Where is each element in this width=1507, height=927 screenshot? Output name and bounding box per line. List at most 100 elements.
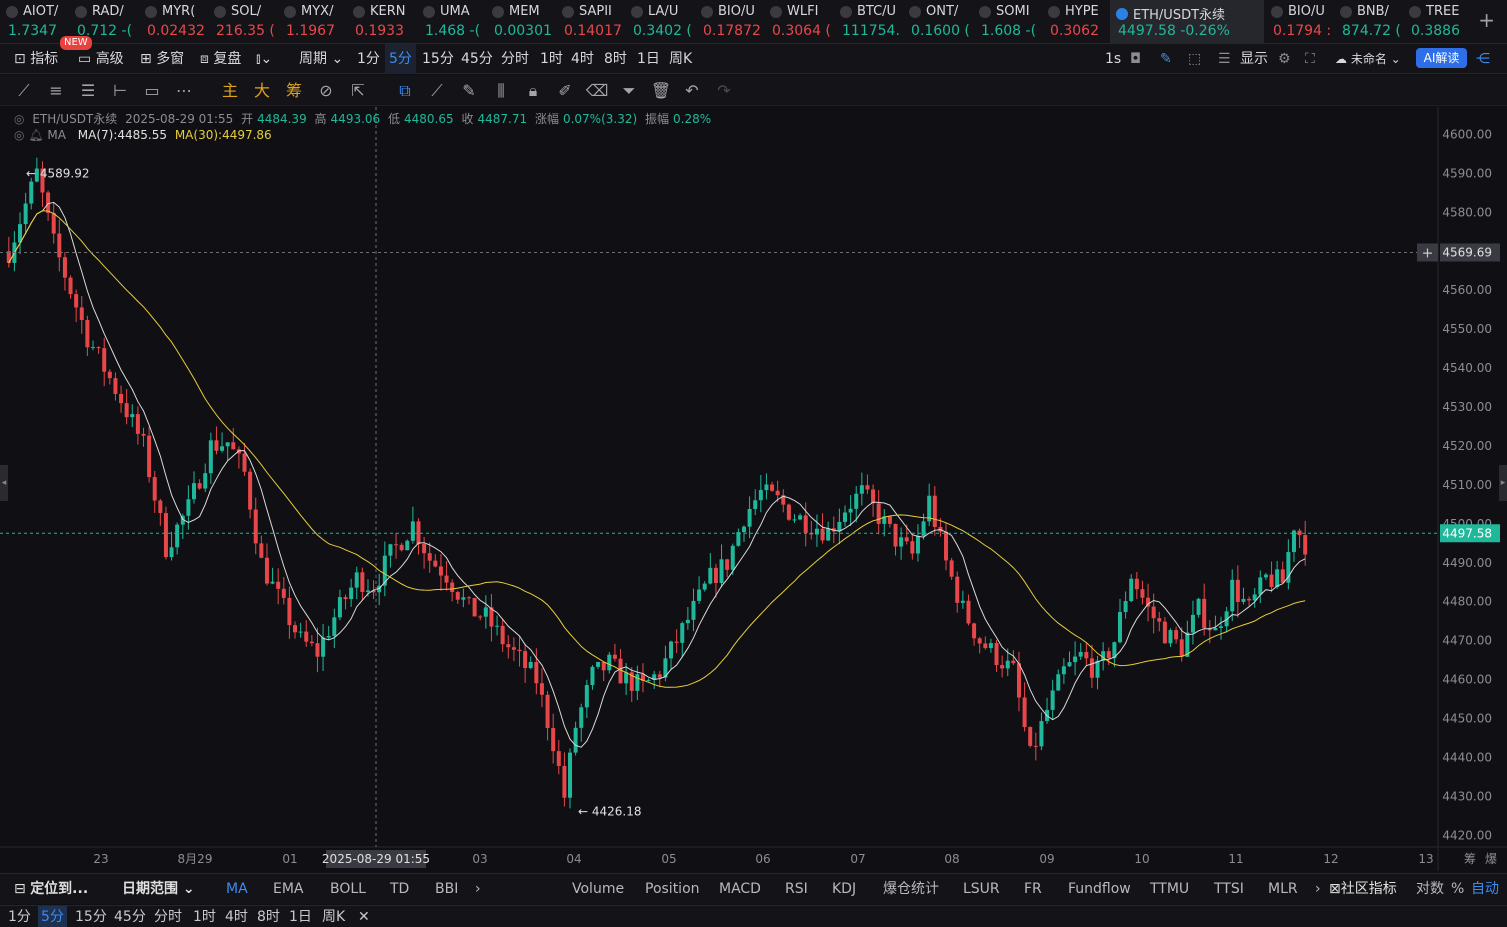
multiwindow-button[interactable]: ⊞ 多窗 [140, 44, 184, 74]
sub-indicator-tab[interactable]: Position [645, 874, 700, 905]
interval-button[interactable]: 1s [1105, 44, 1121, 74]
sub-indicator-tab[interactable]: TTSI [1214, 874, 1244, 905]
main-indicator-tab[interactable]: MA [226, 874, 248, 905]
auto-scale-toggle[interactable]: 自动 [1471, 874, 1499, 905]
sub-indicator-tab[interactable]: KDJ [832, 874, 856, 905]
eraser-icon[interactable]: ⌫ [585, 75, 609, 106]
trash-icon[interactable]: 🗑︎ [649, 75, 673, 106]
sub-indicator-tab[interactable]: FR [1024, 874, 1042, 905]
bottom-period-tab[interactable]: 5分 [38, 906, 67, 927]
redo-icon[interactable]: ↷ [712, 75, 736, 106]
collapse-right-icon[interactable]: ▸ [1499, 465, 1507, 501]
ticker-tab[interactable]: TREE 0.3886 [1403, 0, 1472, 43]
edit-icon[interactable]: ✐ [553, 75, 577, 106]
main-indicator-tab[interactable]: EMA [273, 874, 304, 905]
pattern-icon[interactable]: ⊘ [314, 75, 338, 106]
channel-icon[interactable]: ☰ [76, 75, 100, 106]
brush-icon[interactable]: ✎ [457, 75, 481, 106]
log-scale-toggle[interactable]: 对数 [1416, 874, 1444, 905]
undo-icon[interactable]: ↶ [680, 75, 704, 106]
ticker-tab[interactable]: SAPII 0.14017 [556, 0, 625, 43]
period-tab[interactable]: 15分 [418, 44, 458, 74]
lock-icon[interactable]: 🔒︎ [521, 75, 545, 106]
sub-indicator-tab[interactable]: Volume [572, 874, 624, 905]
chip-button[interactable]: 筹 [282, 75, 306, 106]
ticker-tab[interactable]: MYR(0.02432 [139, 0, 208, 43]
close-icon[interactable]: ✕ [358, 906, 370, 927]
ticker-tab[interactable]: BIO/U 0.1794 : [1265, 0, 1334, 43]
layout-name-dropdown[interactable]: ☁ 未命名 ⌄ [1335, 44, 1401, 74]
community-indicators-button[interactable]: ⊠社区指标 [1329, 874, 1397, 905]
visibility-icon[interactable]: ◎ [14, 112, 24, 126]
sub-indicator-tab[interactable]: LSUR [963, 874, 1000, 905]
bottom-period-tab[interactable]: 1时 [193, 906, 216, 927]
settings-gear-icon[interactable]: ⚙ [1278, 44, 1291, 74]
period-tab[interactable]: 1时 [536, 44, 567, 74]
fullscreen-icon[interactable]: ⛶ [1305, 44, 1315, 74]
candlestick-chart[interactable]: 4600.004590.004580.004570.004560.004550.… [0, 107, 1507, 871]
period-tab[interactable]: 1日 [633, 44, 664, 74]
ticker-tab[interactable]: ONT/0.1600 ( [903, 0, 972, 43]
ticker-tab[interactable]: MYX/1.1967 [278, 0, 347, 43]
crop-icon[interactable]: ⬚ [1188, 44, 1201, 74]
date-range-dropdown[interactable]: 日期范围 ⌄ [122, 874, 195, 905]
add-tab-icon[interactable]: + [1478, 8, 1495, 32]
period-tab[interactable]: 45分 [457, 44, 497, 74]
ticker-tab[interactable]: BNB/874.72 ( [1334, 0, 1403, 43]
main-indicator-tab[interactable]: TD [390, 874, 409, 905]
bottom-period-tab[interactable]: 1日 [289, 906, 312, 927]
sub-indicator-tab[interactable]: Fundflow [1068, 874, 1131, 905]
period-tab[interactable]: 4时 [567, 44, 598, 74]
filter-icon[interactable]: ⏷ [617, 75, 641, 106]
percent-scale-toggle[interactable]: % [1451, 874, 1464, 905]
chart-area[interactable]: 4600.004590.004580.004570.004560.004550.… [0, 107, 1507, 871]
display-button[interactable]: 显示 [1240, 44, 1268, 74]
share-icon[interactable]: ⋲ [1476, 44, 1490, 74]
measure-icon[interactable]: ⫼ [489, 75, 513, 106]
chart-type-button[interactable]: ⫾⌄ [256, 44, 272, 74]
indicators-button[interactable]: ⊡ 指标 [14, 44, 58, 74]
period-tab[interactable]: 8时 [600, 44, 631, 74]
period-tab[interactable]: 周K [665, 44, 696, 74]
replay-button[interactable]: ⧈ 复盘 [200, 44, 241, 74]
sub-indicator-tab[interactable]: TTMU [1150, 874, 1189, 905]
pointer-icon[interactable]: ⇱ [346, 75, 370, 106]
sub-indicator-tab[interactable]: MACD [719, 874, 761, 905]
ticker-tab[interactable]: BIO/U 0.17872 [695, 0, 764, 43]
collapse-left-icon[interactable]: ◂ [0, 465, 8, 501]
period-dropdown[interactable]: 周期 ⌄ [299, 44, 343, 74]
chevron-right-icon[interactable]: › [475, 874, 481, 905]
bottom-period-tab[interactable]: 分时 [154, 906, 182, 927]
visibility-icon[interactable]: ◎ [14, 128, 24, 142]
ticker-tab[interactable]: MEM 0.00301 [486, 0, 555, 43]
ticker-tab[interactable]: LA/U 0.3402 ( [625, 0, 694, 43]
sub-indicator-tab[interactable]: 爆仓统计 [883, 874, 939, 905]
period-tab[interactable]: 5分 [385, 44, 416, 74]
big-order-button[interactable]: 大 [250, 75, 274, 106]
bottom-period-tab[interactable]: 周K [322, 906, 345, 927]
more-tools-icon[interactable]: ⋯ [172, 75, 196, 106]
ticker-tab[interactable]: WLFI 0.3064 ( [764, 0, 833, 43]
bottom-period-tab[interactable]: 1分 [8, 906, 31, 927]
pen-icon[interactable]: ✎ [1160, 44, 1172, 74]
ticker-tab[interactable]: HYPE 0.3062 [1042, 0, 1111, 43]
locate-button[interactable]: ⊟ 定位到... [14, 874, 88, 905]
line-tool-icon[interactable]: ⟋ [12, 75, 36, 106]
sub-indicator-tab[interactable]: MLR [1268, 874, 1298, 905]
ticker-tab[interactable]: BTC/U 111754. [834, 0, 903, 43]
ruler-icon[interactable]: ⟋ [425, 75, 449, 106]
camera-icon[interactable]: ◘ [1130, 44, 1141, 74]
horizontal-line-icon[interactable]: ⊢ [108, 75, 132, 106]
ticker-tab[interactable]: SOL/216.35 ( [208, 0, 277, 43]
ticker-tab[interactable]: KERN 0.1933 [347, 0, 416, 43]
main-indicator-tab[interactable]: BBI [435, 874, 458, 905]
magnet-icon[interactable]: ⧉ [393, 75, 417, 106]
period-tab[interactable]: 分时 [497, 44, 533, 74]
bottom-period-tab[interactable]: 8时 [257, 906, 280, 927]
bottom-period-tab[interactable]: 15分 [75, 906, 107, 927]
main-force-button[interactable]: 主 [218, 75, 242, 106]
chevron-right-icon[interactable]: › [1315, 874, 1321, 905]
ticker-tab[interactable]: SOMI 1.608 -( [973, 0, 1042, 43]
bottom-period-tab[interactable]: 45分 [114, 906, 146, 927]
ticker-tab[interactable]: ETH/USDT永续 4497.58 -0.26% [1110, 0, 1264, 43]
